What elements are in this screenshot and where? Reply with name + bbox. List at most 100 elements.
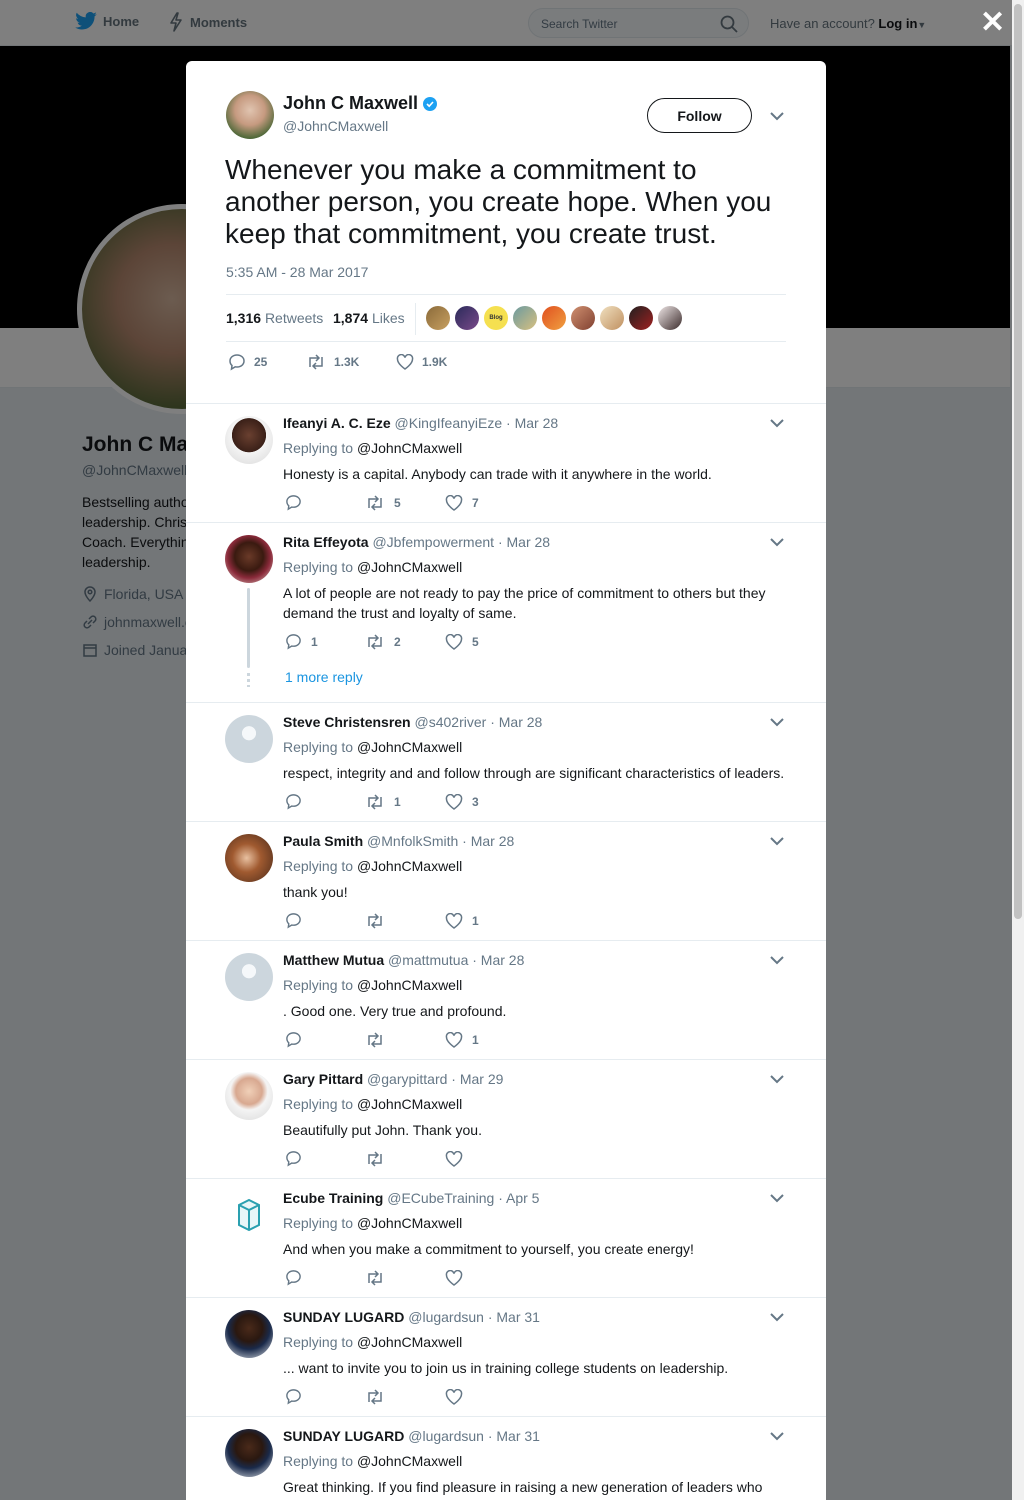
reply-tweet[interactable]: SUNDAY LUGARD @lugardsun · Mar 31 Replyi…: [186, 1298, 826, 1417]
replying-to-handle[interactable]: @JohnCMaxwell: [357, 559, 462, 575]
reply-date[interactable]: · Mar 29: [451, 1071, 503, 1087]
like-button[interactable]: 5: [445, 633, 525, 650]
reply-avatar[interactable]: [225, 535, 273, 583]
chevron-down-icon[interactable]: [770, 537, 784, 547]
reply-date[interactable]: · Mar 28: [490, 714, 542, 730]
replying-to-handle[interactable]: @JohnCMaxwell: [357, 977, 462, 993]
reply-author-handle[interactable]: @garypittard: [367, 1071, 447, 1087]
like-button[interactable]: 7: [445, 494, 525, 511]
tweet-timestamp[interactable]: 5:35 AM - 28 Mar 2017: [226, 264, 368, 280]
replying-to-handle[interactable]: @JohnCMaxwell: [357, 1453, 462, 1469]
reply-author-handle[interactable]: @KingIfeanyiEze: [395, 415, 503, 431]
default-avatar-icon[interactable]: [225, 715, 273, 763]
reply-avatar[interactable]: [225, 1191, 273, 1239]
reply-date[interactable]: · Mar 28: [462, 833, 514, 849]
reply-button[interactable]: [285, 494, 365, 511]
likes-stat[interactable]: 1,874 Likes: [333, 310, 405, 326]
retweet-button[interactable]: [365, 912, 445, 929]
follow-button[interactable]: Follow: [647, 98, 752, 133]
reply-author-handle[interactable]: @mattmutua: [388, 952, 468, 968]
reply-author-name[interactable]: Rita Effeyota: [283, 534, 369, 550]
reply-button[interactable]: [285, 1150, 365, 1167]
liker-avatar[interactable]: [658, 306, 682, 330]
like-button[interactable]: [445, 1388, 525, 1405]
author-handle[interactable]: @JohnCMaxwell: [283, 118, 388, 134]
author-avatar[interactable]: [226, 91, 274, 139]
author-name[interactable]: John C Maxwell: [283, 93, 438, 114]
reply-author-handle[interactable]: @Jbfempowerment: [372, 534, 494, 550]
like-button[interactable]: 1: [445, 912, 525, 929]
reply-date[interactable]: · Mar 28: [498, 534, 550, 550]
reply-button[interactable]: [285, 1269, 365, 1286]
reply-avatar[interactable]: [225, 834, 273, 882]
replying-to-handle[interactable]: @JohnCMaxwell: [357, 1334, 462, 1350]
reply-tweet[interactable]: SUNDAY LUGARD @lugardsun · Mar 31 Replyi…: [186, 1417, 826, 1500]
retweet-button[interactable]: [365, 1031, 445, 1048]
liker-avatar[interactable]: [513, 306, 537, 330]
more-replies-link[interactable]: 1 more reply: [285, 669, 363, 685]
like-button[interactable]: [445, 1150, 525, 1167]
retweet-button[interactable]: [365, 1269, 445, 1286]
retweet-button[interactable]: [365, 1150, 445, 1167]
reply-author-name[interactable]: Ifeanyi A. C. Eze: [283, 415, 391, 431]
reply-author-name[interactable]: Ecube Training: [283, 1190, 383, 1206]
reply-tweet[interactable]: Paula Smith @MnfolkSmith · Mar 28 Replyi…: [186, 822, 826, 941]
reply-button[interactable]: [285, 793, 365, 810]
reply-author-name[interactable]: Matthew Mutua: [283, 952, 384, 968]
reply-tweet[interactable]: Steve Christensren @s402river · Mar 28 R…: [186, 703, 826, 822]
reply-date[interactable]: · Mar 28: [472, 952, 524, 968]
chevron-down-icon[interactable]: [770, 111, 784, 121]
reply-author-name[interactable]: Steve Christensren: [283, 714, 411, 730]
reply-avatar[interactable]: [225, 1310, 273, 1358]
reply-author-handle[interactable]: @lugardsun: [408, 1428, 484, 1444]
replying-to-handle[interactable]: @JohnCMaxwell: [357, 440, 462, 456]
reply-button[interactable]: [285, 1031, 365, 1048]
chevron-down-icon[interactable]: [770, 1074, 784, 1084]
liker-avatar[interactable]: Blog: [484, 306, 508, 330]
reply-author-handle[interactable]: @MnfolkSmith: [367, 833, 458, 849]
liker-avatar[interactable]: [629, 306, 653, 330]
liker-avatar[interactable]: [426, 306, 450, 330]
retweet-button[interactable]: 1: [365, 793, 445, 810]
reply-avatar[interactable]: [225, 416, 273, 464]
reply-author-name[interactable]: SUNDAY LUGARD: [283, 1309, 404, 1325]
retweet-button[interactable]: 5: [365, 494, 445, 511]
reply-date[interactable]: · Mar 31: [488, 1309, 540, 1325]
liker-avatar[interactable]: [542, 306, 566, 330]
replying-to-handle[interactable]: @JohnCMaxwell: [357, 858, 462, 874]
default-avatar-icon[interactable]: [225, 953, 273, 1001]
liker-avatar[interactable]: [571, 306, 595, 330]
chevron-down-icon[interactable]: [770, 1312, 784, 1322]
liker-avatar[interactable]: [455, 306, 479, 330]
reply-tweet[interactable]: Gary Pittard @garypittard · Mar 29 Reply…: [186, 1060, 826, 1179]
replying-to-handle[interactable]: @JohnCMaxwell: [357, 1096, 462, 1112]
like-button[interactable]: 3: [445, 793, 525, 810]
page-scrollbar[interactable]: [1012, 0, 1024, 1500]
reply-date[interactable]: · Mar 31: [488, 1428, 540, 1444]
reply-author-handle[interactable]: @s402river: [415, 714, 487, 730]
reply-button[interactable]: 25: [228, 353, 306, 371]
reply-button[interactable]: [285, 912, 365, 929]
liker-avatar[interactable]: [600, 306, 624, 330]
retweet-button[interactable]: [365, 1388, 445, 1405]
reply-avatar[interactable]: [225, 1429, 273, 1477]
reply-tweet[interactable]: Matthew Mutua @mattmutua · Mar 28 Replyi…: [186, 941, 826, 1060]
close-icon[interactable]: ✕: [980, 8, 1005, 38]
reply-author-handle[interactable]: @lugardsun: [408, 1309, 484, 1325]
reply-tweet[interactable]: Rita Effeyota @Jbfempowerment · Mar 28 R…: [186, 523, 826, 703]
scrollbar-thumb[interactable]: [1014, 4, 1022, 919]
like-button[interactable]: [445, 1269, 525, 1286]
reply-tweet[interactable]: Ifeanyi A. C. Eze @KingIfeanyiEze · Mar …: [186, 404, 826, 523]
reply-author-handle[interactable]: @ECubeTraining: [387, 1190, 494, 1206]
chevron-down-icon[interactable]: [770, 955, 784, 965]
chevron-down-icon[interactable]: [770, 836, 784, 846]
reply-button[interactable]: 1: [285, 633, 365, 650]
retweets-stat[interactable]: 1,316 Retweets: [226, 310, 323, 326]
retweet-button[interactable]: 1.3K: [306, 354, 396, 370]
reply-tweet[interactable]: Ecube Training @ECubeTraining · Apr 5 Re…: [186, 1179, 826, 1298]
chevron-down-icon[interactable]: [770, 1431, 784, 1441]
author-name-text[interactable]: John C Maxwell: [283, 93, 418, 114]
reply-author-name[interactable]: Gary Pittard: [283, 1071, 363, 1087]
replying-to-handle[interactable]: @JohnCMaxwell: [357, 739, 462, 755]
reply-author-name[interactable]: Paula Smith: [283, 833, 363, 849]
